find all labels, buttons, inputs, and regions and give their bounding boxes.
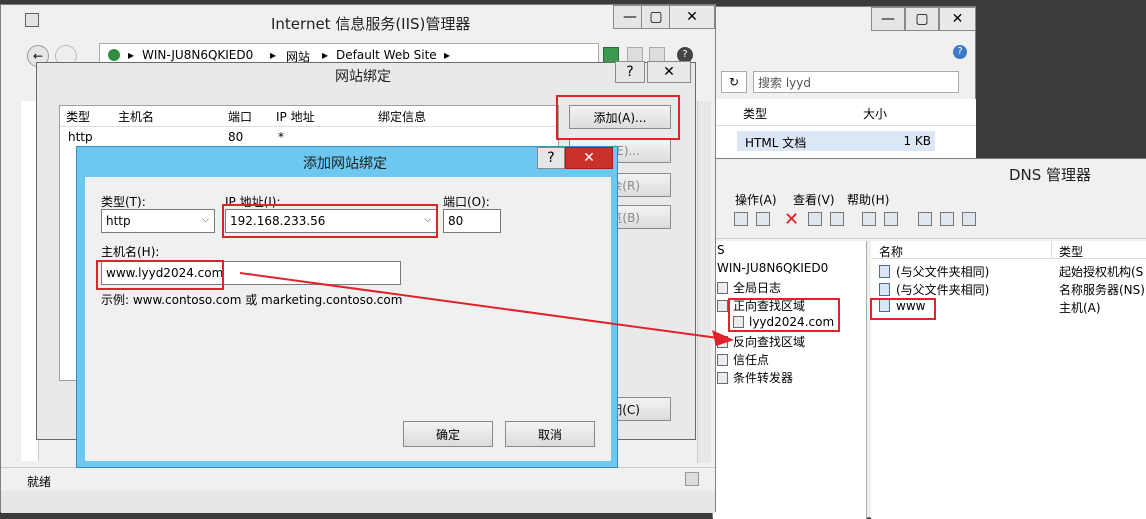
arrow-line [239, 272, 719, 339]
annotation-arrow [239, 272, 734, 346]
arrow-head [712, 330, 734, 346]
